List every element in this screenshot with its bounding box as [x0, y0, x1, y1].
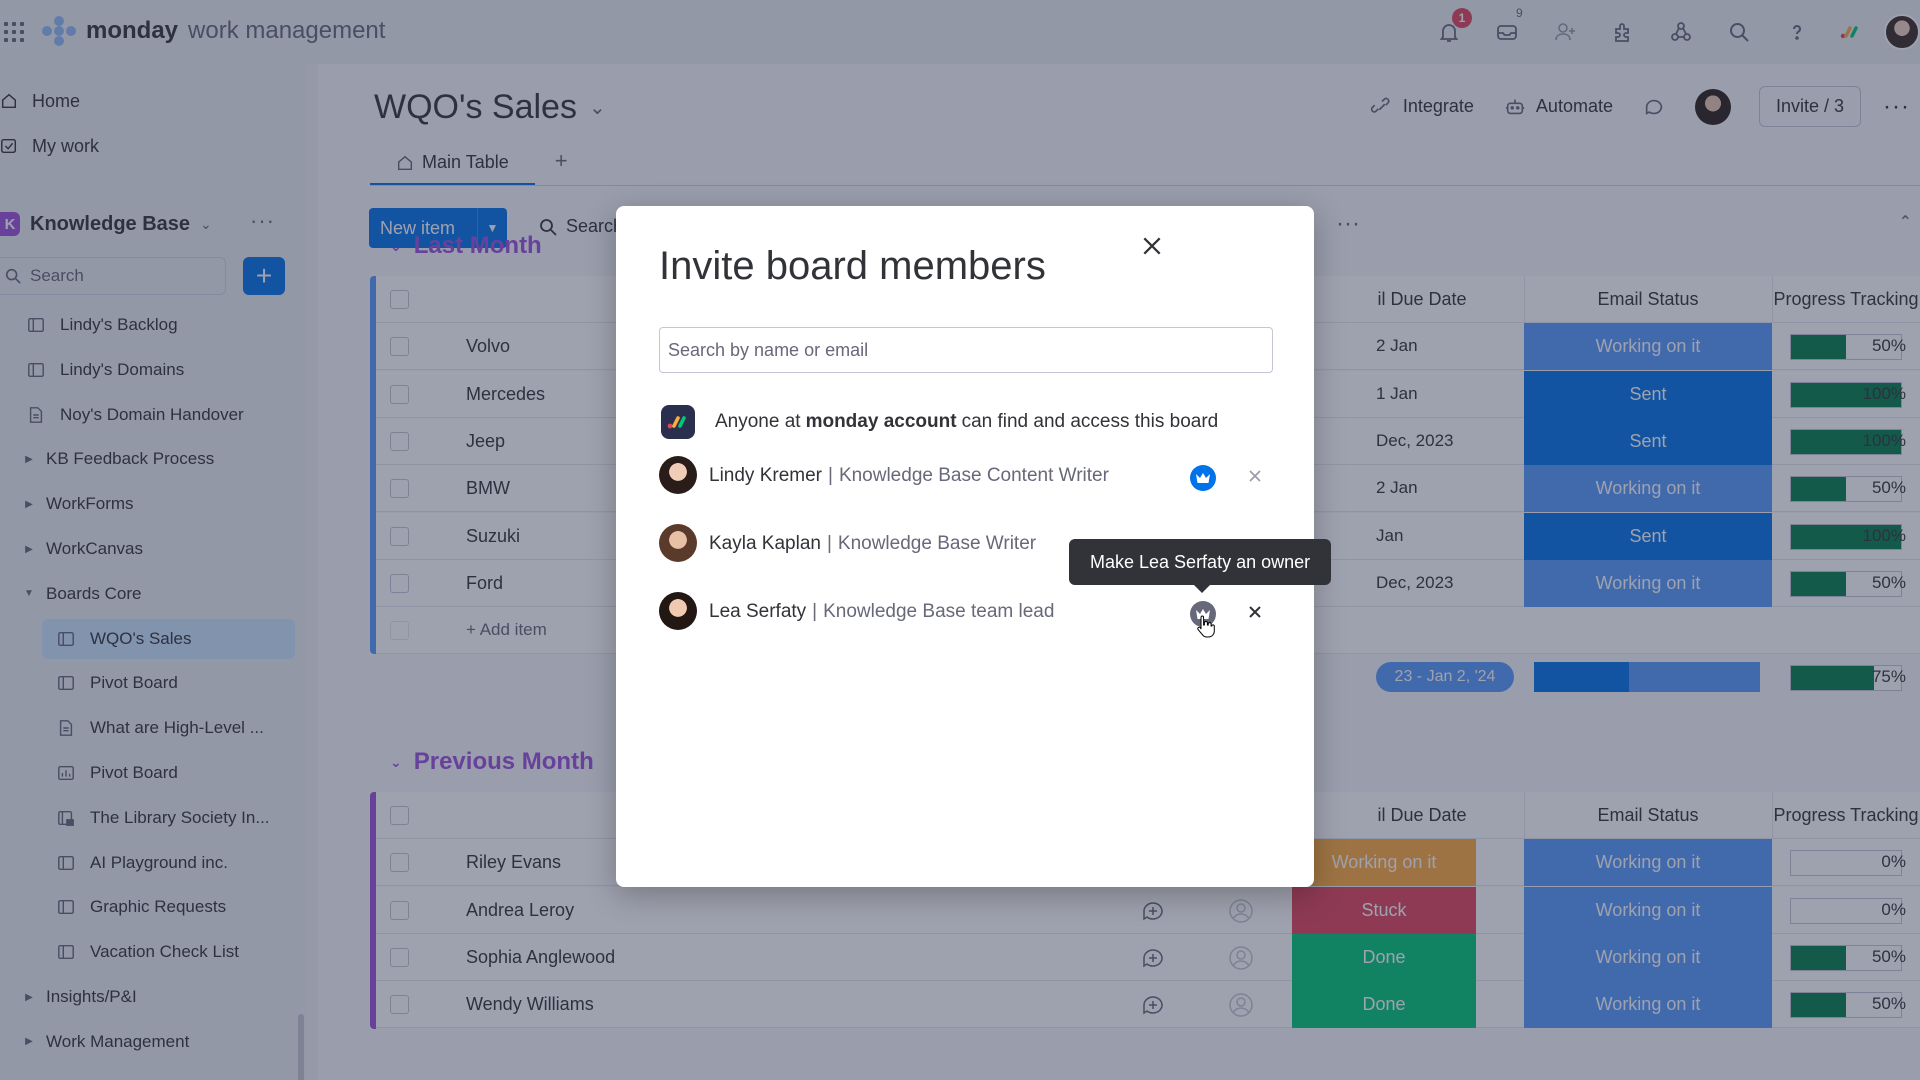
member-name: Lindy Kremer: [709, 465, 822, 486]
member-avatar: [659, 524, 697, 562]
member-name: Lea Serfaty: [709, 601, 807, 622]
close-icon: [1249, 606, 1261, 618]
make-owner-tooltip: Make Lea Serfaty an owner: [1069, 539, 1332, 593]
member-role: Knowledge Base Writer: [837, 533, 1037, 554]
modal-title: Invite board members: [659, 244, 1046, 288]
access-notice: Anyone at monday account can find and ac…: [661, 405, 1218, 439]
close-icon: [1249, 470, 1261, 482]
member-row: Lindy Kremer | Knowledge Base Content Writ…: [659, 456, 1261, 496]
close-button[interactable]: [1137, 231, 1167, 261]
member-name: Kayla Kaplan: [709, 533, 821, 554]
member-role: Knowledge Base Content Writer: [838, 465, 1109, 486]
member-search-input[interactable]: [659, 327, 1273, 373]
access-suffix: can find and access this board: [961, 411, 1219, 432]
monday-account-icon: [661, 405, 695, 439]
remove-member-button[interactable]: [1245, 466, 1265, 486]
member-avatar: [659, 456, 697, 494]
invite-members-modal: Invite board members Anyone at monday ac…: [616, 206, 1332, 887]
crown-icon: [1196, 473, 1210, 483]
member-row: Lea Serfaty | Knowledge Base team lead: [659, 592, 1261, 632]
member-avatar: [659, 592, 697, 630]
member-role: Knowledge Base team lead: [823, 601, 1055, 622]
access-account: monday account: [805, 411, 957, 432]
close-icon: [1143, 237, 1161, 255]
remove-member-button[interactable]: [1245, 602, 1265, 622]
hand-cursor-icon: [1197, 615, 1215, 638]
member-separator: |: [828, 465, 833, 486]
member-separator: |: [826, 533, 832, 554]
member-separator: |: [812, 601, 818, 622]
access-prefix: Anyone at: [715, 411, 801, 432]
owner-crown-button[interactable]: [1190, 465, 1216, 491]
